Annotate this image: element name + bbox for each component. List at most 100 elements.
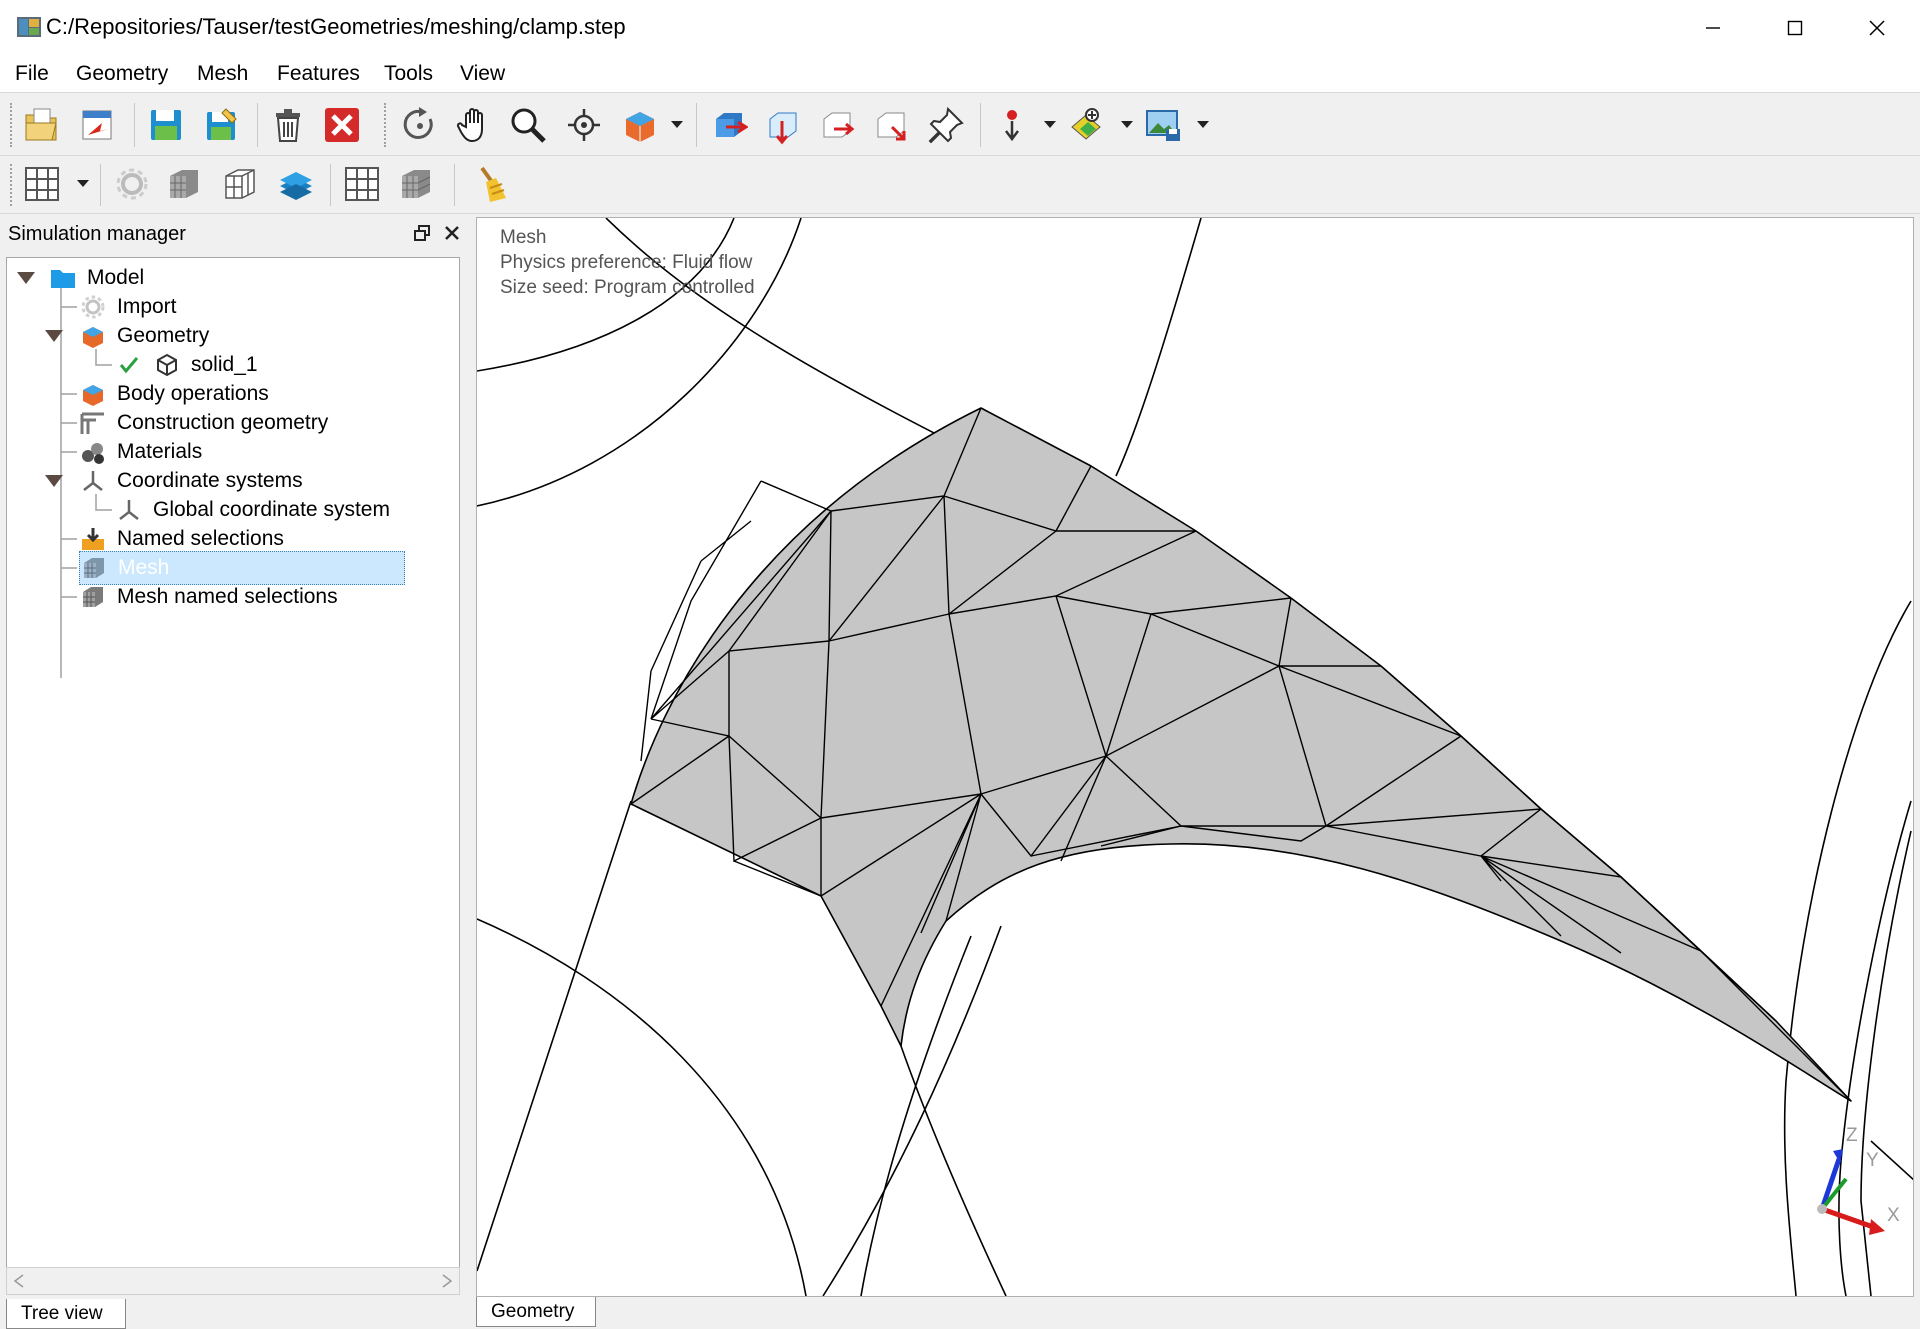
pin-button[interactable] — [924, 103, 968, 147]
view-iso-button[interactable] — [868, 103, 912, 147]
curve — [1115, 218, 1202, 477]
tree-item-mesh-named-selections[interactable]: Mesh named selections — [79, 580, 338, 614]
tree-item-label: Mesh named selections — [117, 585, 338, 608]
open-button[interactable] — [20, 103, 64, 147]
rotate-button[interactable] — [398, 103, 442, 147]
import-button[interactable] — [76, 103, 120, 147]
mesh-solid-button[interactable] — [162, 162, 206, 206]
model-tree[interactable]: Model Import Geometry solid_1 Body opera… — [6, 257, 460, 1270]
clean-button[interactable] — [472, 162, 516, 206]
body-operations-icon — [79, 380, 107, 408]
zoom-button[interactable] — [506, 103, 550, 147]
mesh-layers-icon — [280, 172, 312, 200]
tree-item-label: solid_1 — [191, 353, 258, 376]
view-side-button[interactable] — [814, 103, 858, 147]
screenshot-dropdown[interactable] — [1196, 103, 1210, 147]
save-as-icon — [207, 108, 237, 140]
close-model-icon — [325, 108, 359, 142]
tree-item-label: Named selections — [117, 527, 284, 550]
view-side-icon — [823, 112, 855, 138]
float-panel-button[interactable] — [410, 221, 434, 245]
view-top-button[interactable] — [760, 103, 804, 147]
tab-geometry[interactable]: Geometry — [476, 1297, 596, 1327]
expand-model-toggle[interactable] — [15, 270, 37, 286]
view-iso-icon — [877, 112, 906, 141]
pin-icon — [928, 106, 964, 144]
selection-filter-button[interactable] — [1066, 103, 1110, 147]
chevron-down-icon — [1121, 121, 1133, 128]
expanded-triangle-icon — [45, 330, 63, 342]
pan-button[interactable] — [452, 103, 496, 147]
mesh-wire-button[interactable] — [218, 162, 262, 206]
geometry-icon — [79, 322, 107, 350]
mesh-surface — [630, 407, 1852, 1102]
solid-cube-icon — [153, 351, 181, 379]
mesh-surface-button[interactable] — [340, 162, 384, 206]
mesh-toolbar — [0, 156, 1920, 214]
window-title: C:/Repositories/Tauser/testGeometries/me… — [46, 14, 626, 39]
toolbar-grip[interactable] — [10, 103, 14, 147]
expand-coordinate-systems-toggle[interactable] — [43, 473, 65, 489]
app-icon — [17, 17, 41, 37]
menu-geometry[interactable]: Geometry — [76, 62, 168, 86]
scroll-right-icon[interactable] — [441, 1274, 453, 1288]
chevron-down-icon — [671, 121, 683, 128]
viewport-info-size-seed: Size seed: Program controlled — [500, 277, 755, 298]
expand-geometry-toggle[interactable] — [43, 328, 65, 344]
mesh-layers-button[interactable] — [274, 162, 318, 206]
curve — [477, 918, 807, 1296]
menu-tools[interactable]: Tools — [384, 62, 433, 86]
display-style-button[interactable] — [618, 103, 662, 147]
tab-tree-view[interactable]: Tree view — [6, 1299, 126, 1329]
save-icon — [151, 110, 181, 140]
screenshot-button[interactable] — [1142, 103, 1186, 147]
curve — [1838, 800, 1912, 1296]
screenshot-icon — [1146, 110, 1180, 141]
named-selection-icon — [79, 525, 107, 553]
import-icon — [82, 110, 112, 140]
selection-filter-dropdown[interactable] — [1120, 103, 1134, 147]
close-window-button[interactable] — [1836, 0, 1918, 55]
save-button[interactable] — [144, 103, 188, 147]
pick-dropdown[interactable] — [1043, 103, 1057, 147]
maximize-button[interactable] — [1754, 0, 1836, 55]
fit-view-button[interactable] — [562, 103, 606, 147]
minimize-button[interactable] — [1672, 0, 1754, 55]
save-as-button[interactable] — [200, 103, 244, 147]
simulation-manager-panel: Simulation manager Model Import Geometry… — [0, 217, 470, 1329]
mesh-wire-icon — [225, 169, 255, 199]
display-style-dropdown[interactable] — [670, 103, 684, 147]
mesh-grid-dropdown[interactable] — [76, 162, 90, 206]
mesh-outline — [630, 407, 1852, 1102]
delete-button[interactable] — [266, 103, 310, 147]
viewport-info-physics: Physics preference: Fluid flow — [500, 252, 753, 273]
close-model-button[interactable] — [320, 103, 364, 147]
mesh-volume-button[interactable] — [394, 162, 438, 206]
view-front-icon — [716, 113, 748, 137]
mesh-settings-icon — [116, 168, 148, 200]
check-icon — [119, 351, 139, 379]
scroll-left-icon[interactable] — [13, 1274, 25, 1288]
chevron-down-icon — [1044, 121, 1056, 128]
view-top-icon — [769, 112, 797, 145]
mesh-selection-icon — [79, 583, 107, 611]
delete-icon — [276, 109, 300, 142]
menu-features[interactable]: Features — [277, 62, 360, 86]
mesh-solid-icon — [170, 170, 198, 198]
mesh-scene[interactable] — [477, 218, 1914, 1297]
menu-mesh[interactable]: Mesh — [197, 62, 248, 86]
pick-button[interactable] — [990, 103, 1034, 147]
expanded-triangle-icon — [45, 475, 63, 487]
view-front-button[interactable] — [706, 103, 750, 147]
horizontal-scrollbar[interactable] — [6, 1267, 460, 1295]
close-panel-button[interactable] — [440, 221, 464, 245]
tree-item-label: Model — [87, 266, 145, 289]
mesh-grid-button[interactable] — [20, 162, 64, 206]
tree-item-label: Import — [117, 295, 177, 318]
menu-view[interactable]: View — [460, 62, 505, 86]
mesh-settings-button[interactable] — [110, 162, 154, 206]
expanded-triangle-icon — [17, 272, 35, 284]
tree-item-label: Global coordinate system — [153, 498, 390, 521]
3d-viewport[interactable]: Mesh Physics preference: Fluid flow Size… — [476, 217, 1914, 1297]
menu-file[interactable]: File — [15, 62, 49, 86]
